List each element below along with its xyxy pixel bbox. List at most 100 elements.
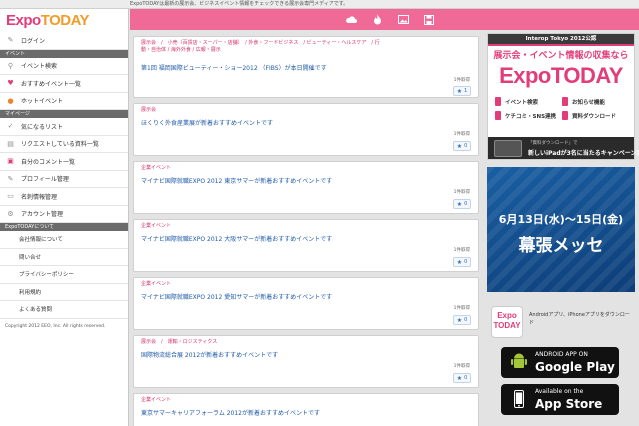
favorite-count: 0 [464, 143, 468, 149]
sidebar-item-profile[interactable]: ✎ プロフィール管理 [0, 171, 128, 188]
event-category[interactable]: 企業イベント [141, 165, 386, 172]
event-card[interactable]: 企業イベント マイナビ国際就職EXPO 2012 大阪サマーが新着おすすめイベン… [133, 219, 479, 272]
sidebar-item-contact[interactable]: 問い合せ [0, 249, 128, 266]
event-category[interactable]: 企業イベント [141, 397, 386, 404]
sidebar-section-about: ExpoTODAYについて [0, 223, 128, 231]
sidebar-item-account[interactable]: ⚙ アカウント管理 [0, 206, 128, 223]
google-play-small: ANDROID APP ON [535, 351, 588, 358]
login-icon: ✎ [7, 36, 14, 45]
event-title[interactable]: 国際物流総合展 2012が新着おすすめイベントです [141, 350, 278, 359]
event-title[interactable]: マイナビ国際就職EXPO 2012 愛知サマーが新着おすすめイベントです [141, 292, 332, 301]
favorite-button[interactable]: ★ 0 [453, 141, 471, 151]
sidebar-item-recommend[interactable]: ♥ おすすめイベント一覧 [0, 75, 128, 93]
google-play-button[interactable]: ANDROID APP ON Google Play [501, 347, 619, 378]
makuhari-ad-banner[interactable]: 6月13日(水)～15日(金) 幕張メッセ [487, 167, 635, 292]
tablet-icon [494, 140, 522, 157]
sidebar-item-cards[interactable]: ▭ 名刺情報管理 [0, 188, 128, 206]
event-title[interactable]: 東京サマーキャリアフォーラム 2012が新着おすすめイベントです [141, 408, 320, 417]
event-category[interactable]: 展示会 / 運輸・ロジスティクス [141, 339, 386, 346]
favorite-button[interactable]: ★ 0 [453, 315, 471, 325]
favorite-button[interactable]: ★ 1 [453, 86, 471, 96]
sidebar-item-requested[interactable]: ▤ リクエストしている資料一覧 [0, 136, 128, 153]
site-logo[interactable]: ExpoTODAY [0, 9, 128, 32]
event-card[interactable]: 企業イベント マイナビ国際就職EXPO 2012 東京サマーが新着おすすめイベン… [133, 161, 479, 214]
app-logo-top: Expo [497, 311, 517, 320]
event-card[interactable]: 企業イベント マイナビ国際就職EXPO 2012 愛知サマーが新着おすすめイベン… [133, 277, 479, 330]
favorite-button[interactable]: ★ 0 [453, 199, 471, 209]
save-icon[interactable] [416, 9, 442, 30]
image-icon[interactable] [390, 9, 416, 30]
event-count: 1件取得 [453, 306, 470, 311]
event-count: 1件取得 [453, 364, 470, 369]
app-logo: Expo TODAY [491, 306, 523, 338]
sidebar-item-label: おすすめイベント一覧 [21, 80, 82, 88]
sidebar-item-comments[interactable]: ▣ 自分のコメント一覧 [0, 153, 128, 171]
sidebar-item-terms[interactable]: 利用規約 [0, 284, 128, 301]
sidebar-item-privacy[interactable]: プライバシーポリシー [0, 266, 128, 284]
banner-pattern [487, 167, 635, 292]
event-card[interactable]: 企業イベント 東京サマーキャリアフォーラム 2012が新着おすすめイベントです [133, 393, 479, 426]
sidebar-section-mypage: マイページ [0, 110, 128, 118]
event-category[interactable]: 展示会 / 小売（百貨店・スーパー・店舗） / 外食・フードビジネス / ビュー… [141, 40, 386, 54]
favorite-count: 0 [464, 259, 468, 265]
event-category[interactable]: 展示会 [141, 107, 386, 114]
ad-feature-label: イベント検索 [505, 99, 539, 106]
event-category[interactable]: 企業イベント [141, 281, 386, 288]
star-icon: ★ [456, 200, 463, 208]
app-description: Androidアプリ、iPhoneアプリをダウンロード [529, 312, 630, 326]
android-icon [509, 352, 529, 372]
sidebar-item-label: ホットイベント [21, 98, 64, 106]
sidebar-item-label: 気になるリスト [21, 123, 64, 131]
sidebar: ExpoTODAY ✎ ログイン イベント ⚲ イベント検索 ♥ おすすめイベント一覧… [0, 9, 129, 426]
event-count: 1件取得 [453, 248, 470, 253]
gear-icon: ⚙ [7, 209, 14, 218]
heart-icon: ♥ [7, 79, 14, 88]
sidebar-section-event: イベント [0, 49, 128, 58]
event-title[interactable]: マイナビ国際就職EXPO 2012 東京サマーが新着おすすめイベントです [141, 176, 332, 185]
favorite-button[interactable]: ★ 0 [453, 373, 471, 383]
event-card[interactable]: 展示会 ほくりく外食産業展が新着おすすめイベントです 1件取得 ★ 0 [133, 103, 479, 156]
app-logo-bottom: TODAY [493, 321, 521, 330]
sidebar-item-faq[interactable]: よくある質問 [0, 301, 128, 319]
sidebar-item-favorites[interactable]: ✓ 気になるリスト [0, 118, 128, 136]
sidebar-item-company[interactable]: 会社情報について [0, 231, 128, 249]
header-tab-bar [130, 9, 639, 30]
event-title[interactable]: ほくりく外食産業展が新着おすすめイベントです [141, 118, 273, 127]
ad-feature: イベント検索 [495, 96, 562, 107]
star-icon: ★ [456, 258, 463, 266]
top-info-bar: ExpoTODAYは最新の展示会、ビジネスイベント情報をチェックできる展示会専門… [0, 0, 639, 9]
event-title[interactable]: 第1回 福岡国際ビューティー・ショー2012 （FIBS）が本日開催です [141, 63, 327, 72]
sidebar-item-label: アカウント管理 [21, 211, 64, 219]
ad-feature-label: ケチコミ・SNS連携 [505, 113, 557, 120]
ad-campaign-strip: 「資料ダウンロード」で 新しいiPadが3名に当たるキャンペーン実施中 [488, 137, 639, 159]
sidebar-item-login[interactable]: ✎ ログイン [0, 32, 128, 50]
app-store-big: App Store [535, 397, 603, 411]
app-store-button[interactable]: Available on the App Store [501, 384, 619, 415]
comment-icon: ▣ [7, 157, 14, 166]
star-icon: ★ [456, 316, 463, 324]
ad-tagline: 展示会・イベント情報の収集なら [493, 51, 629, 61]
expotoday-ad-banner[interactable]: Interop Tokyo 2012公認 展示会・イベント情報の収集なら Exp… [487, 33, 639, 160]
google-play-big: Google Play [535, 360, 615, 374]
sidebar-item-hot[interactable]: ● ホットイベント [0, 93, 128, 110]
cloud-icon[interactable] [338, 9, 364, 30]
sidebar-item-search[interactable]: ⚲ イベント検索 [0, 58, 128, 75]
event-category[interactable]: 企業イベント [141, 223, 386, 230]
ad-logo: ExpoTODAY [499, 63, 623, 88]
profile-icon: ✎ [7, 174, 14, 183]
event-title[interactable]: マイナビ国際就職EXPO 2012 大阪サマーが新着おすすめイベントです [141, 234, 332, 243]
ad-accent-strip [488, 44, 634, 46]
sidebar-item-label: 自分のコメント一覧 [21, 158, 76, 166]
right-column: Interop Tokyo 2012公認 展示会・イベント情報の収集なら Exp… [485, 30, 639, 426]
favorite-button[interactable]: ★ 0 [453, 257, 471, 267]
event-card[interactable]: 展示会 / 運輸・ロジスティクス 国際物流総合展 2012が新着おすすめイベント… [133, 335, 479, 388]
event-card[interactable]: 展示会 / 小売（百貨店・スーパー・店舗） / 外食・フードビジネス / ビュー… [133, 36, 479, 98]
fire-icon[interactable] [364, 9, 390, 30]
phone-icon [562, 111, 568, 120]
star-icon: ★ [456, 374, 463, 382]
copyright: Copyright 2012 EEO, Inc. All rights rese… [5, 323, 106, 329]
ad-header: Interop Tokyo 2012公認 [488, 34, 634, 44]
favorite-count: 0 [464, 317, 468, 323]
ad-campaign-line1: 「資料ダウンロード」で [528, 141, 578, 146]
favorite-count: 1 [464, 88, 468, 94]
